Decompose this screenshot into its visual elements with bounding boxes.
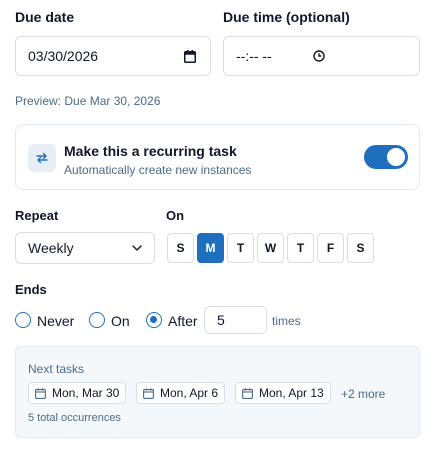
calendar-icon [35,387,46,399]
repeat-select[interactable]: Weekly [15,232,155,264]
due-preview-text: Preview: Due Mar 30, 2026 [15,94,161,108]
due-time-label: Due time (optional) [223,9,350,25]
ends-never-label[interactable]: Never [37,313,74,329]
next-task-chip: Mon, Mar 30 [28,382,127,404]
chevron-down-icon [132,245,142,251]
recurring-title: Make this a recurring task [64,143,237,159]
total-occurrences-text: 5 total occurrences [28,412,121,424]
toggle-knob [387,148,405,166]
day-button-monday[interactable]: M [197,233,224,263]
repeat-selected-value: Weekly [28,240,74,256]
day-button-thursday[interactable]: T [287,233,314,263]
day-button-saturday[interactable]: S [347,233,374,263]
recurring-toggle[interactable] [364,145,408,169]
calendar-icon[interactable] [184,49,196,63]
calendar-icon [143,387,154,399]
next-task-date: Mon, Mar 30 [52,386,120,400]
next-tasks-title: Next tasks [28,362,85,376]
day-button-sunday[interactable]: S [167,233,194,263]
due-time-value: --:-- -- [236,48,272,64]
more-occurrences-text: +2 more [341,387,386,401]
due-time-input[interactable]: --:-- -- [223,36,420,76]
day-button-wednesday[interactable]: W [257,233,284,263]
occurrence-count-input[interactable]: 5 [204,306,267,334]
due-date-value: 03/30/2026 [28,48,99,64]
repeat-label: Repeat [15,208,59,223]
ends-never-radio[interactable] [15,312,31,328]
ends-after-label[interactable]: After [168,313,198,329]
next-tasks-panel: Next tasks Mon, Mar 30 Mon, Apr 6 Mon, A… [15,346,420,438]
day-button-friday[interactable]: F [317,233,344,263]
next-task-date: Mon, Apr 13 [259,386,324,400]
times-label: times [272,314,301,328]
next-task-date: Mon, Apr 6 [160,386,219,400]
on-label: On [166,208,185,223]
occurrence-count-value: 5 [217,312,225,328]
day-button-tuesday[interactable]: T [227,233,254,263]
due-date-label: Due date [15,9,75,25]
ends-on-radio[interactable] [89,312,105,328]
due-date-input[interactable]: 03/30/2026 [15,36,211,76]
recurring-subtitle: Automatically create new instances [64,163,252,177]
calendar-icon [242,387,253,399]
next-task-chip: Mon, Apr 6 [136,382,226,404]
next-task-chip: Mon, Apr 13 [235,382,331,404]
ends-after-radio[interactable] [146,312,162,328]
ends-on-label[interactable]: On [111,313,130,329]
clock-icon[interactable] [313,50,325,62]
ends-label: Ends [15,282,47,297]
recurring-task-card: Make this a recurring task Automatically… [15,124,420,190]
repeat-icon [28,144,56,172]
